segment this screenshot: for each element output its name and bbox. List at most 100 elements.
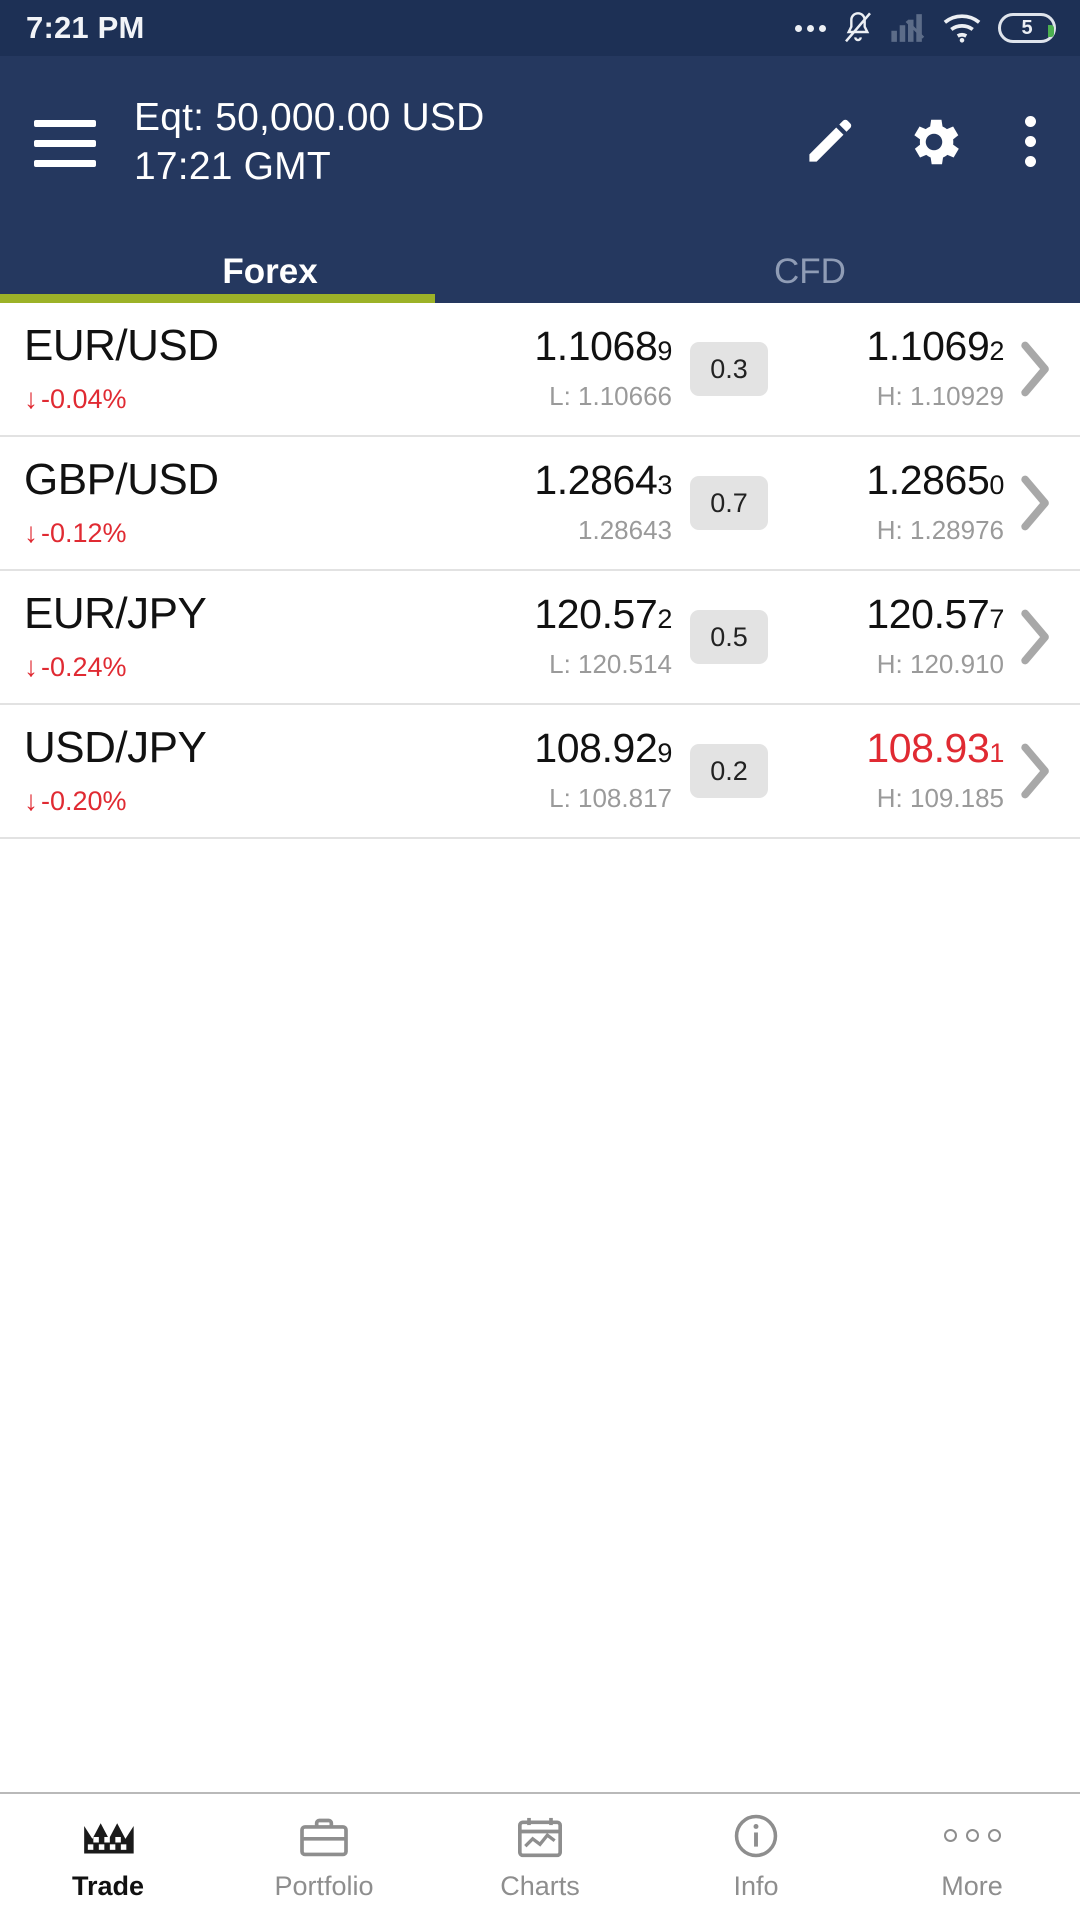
cell-signal-icon: [890, 12, 926, 44]
ask-block[interactable]: 1.10692 H: 1.10929: [786, 323, 1004, 412]
ask-price-last-digit: 1: [989, 738, 1004, 769]
overflow-menu-icon[interactable]: [1011, 108, 1050, 175]
chart-icon: [514, 1813, 566, 1859]
table-row[interactable]: EUR/USD ↓ -0.04% 1.10689 L: 1.10666 0.3 …: [0, 303, 1080, 437]
chevron-right-icon[interactable]: [1010, 340, 1062, 398]
ask-price-main: 1.1069: [866, 323, 990, 370]
bid-price: 1.28643: [460, 457, 672, 504]
bid-price-last-digit: 9: [657, 336, 672, 367]
status-icons: 5: [795, 10, 1056, 46]
bid-price-main: 120.57: [534, 591, 658, 638]
ask-block[interactable]: 108.931 H: 109.185: [786, 725, 1004, 814]
quote-block: 1.10689 L: 1.10666 0.3 1.10692 H: 1.1092…: [429, 323, 1004, 412]
symbol-name: GBP/USD: [24, 455, 219, 505]
bid-block[interactable]: 120.572 L: 120.514: [460, 591, 672, 680]
arrow-down-icon: ↓: [24, 383, 38, 415]
nav-label-more-overflow: More: [941, 1870, 1003, 1901]
status-bar: 7:21 PM 5: [0, 0, 1080, 56]
battery-icon: 5: [998, 13, 1056, 43]
nav-item-charts[interactable]: Charts: [432, 1813, 648, 1902]
ask-price-main: 120.57: [866, 591, 990, 638]
quote-list: EUR/USD ↓ -0.04% 1.10689 L: 1.10666 0.3 …: [0, 303, 1080, 1792]
ask-price: 1.10692: [786, 323, 1004, 370]
change-percent-value: -0.04%: [41, 383, 127, 414]
bid-price-last-digit: 9: [657, 738, 672, 769]
bid-block[interactable]: 1.10689 L: 1.10666: [460, 323, 672, 412]
tab-cfd-label: CFD: [774, 252, 846, 291]
app-screen: 7:21 PM 5 Eqt: 50,000.00 USD 17:21 GMT F…: [0, 0, 1080, 1920]
symbol-block: USD/JPY ↓ -0.20%: [24, 725, 429, 817]
nav-item-info[interactable]: Info: [648, 1813, 864, 1902]
nav-item-portfolio[interactable]: Portfolio: [216, 1813, 432, 1902]
ask-block[interactable]: 1.28650 H: 1.28976: [786, 457, 1004, 546]
nav-label-more: Info: [733, 1870, 779, 1901]
quote-block: 1.28643 1.28643 0.7 1.28650 H: 1.28976: [429, 457, 1004, 546]
ask-price: 108.931: [786, 725, 1004, 772]
edit-pencil-icon[interactable]: [801, 114, 857, 170]
tab-cfd[interactable]: CFD: [540, 241, 1080, 303]
chevron-right-icon[interactable]: [1010, 474, 1062, 532]
bid-price-last-digit: 2: [657, 604, 672, 635]
ask-block[interactable]: 120.577 H: 120.910: [786, 591, 1004, 680]
day-low: L: 120.514: [549, 648, 672, 679]
day-high: H: 1.28976: [876, 514, 1004, 545]
quote-block: 108.929 L: 108.817 0.2 108.931 H: 109.18…: [429, 725, 1004, 814]
symbol-name: EUR/USD: [24, 321, 219, 371]
bid-price: 108.929: [460, 727, 672, 770]
chevron-right-icon[interactable]: [1010, 608, 1062, 666]
ask-price-main: 1.2865: [866, 457, 990, 504]
more-dots-icon: [795, 24, 826, 32]
change-percent-value: -0.12%: [41, 517, 127, 548]
arrow-down-icon: ↓: [24, 517, 38, 549]
table-row[interactable]: GBP/USD ↓ -0.12% 1.28643 1.28643 0.7 1.2…: [0, 437, 1080, 571]
settings-gear-icon[interactable]: [903, 111, 965, 173]
symbol-block: EUR/USD ↓ -0.04%: [24, 323, 429, 415]
table-row[interactable]: USD/JPY ↓ -0.20% 108.929 L: 108.817 0.2 …: [0, 705, 1080, 839]
day-low: 1.28643: [578, 514, 672, 545]
ask-price-main: 108.93: [866, 725, 990, 772]
bid-price-main: 1.2864: [534, 457, 658, 504]
nav-item-trade[interactable]: Trade: [0, 1813, 216, 1902]
nav-label-charts: Charts: [500, 1870, 580, 1901]
day-high: H: 1.10929: [876, 380, 1004, 411]
day-low: L: 108.817: [549, 782, 672, 813]
ask-price-last-digit: 0: [989, 470, 1004, 501]
spread-badge: 0.2: [690, 744, 768, 798]
day-high: H: 109.185: [876, 782, 1004, 813]
ask-price-last-digit: 2: [989, 336, 1004, 367]
change-percent-value: -0.24%: [41, 651, 127, 682]
account-summary: Eqt: 50,000.00 USD 17:21 GMT: [134, 94, 801, 192]
bell-muted-icon: [842, 10, 874, 46]
symbol-name: EUR/JPY: [24, 589, 207, 639]
bid-price: 120.572: [460, 591, 672, 638]
nav-item-more[interactable]: More: [864, 1813, 1080, 1902]
tab-forex-label: Forex: [222, 252, 318, 291]
chevron-right-icon[interactable]: [1010, 742, 1062, 800]
spread-badge: 0.7: [690, 476, 768, 530]
day-high: H: 120.910: [876, 648, 1004, 679]
bid-price: 1.10689: [460, 323, 672, 370]
briefcase-icon: [298, 1813, 350, 1859]
arrow-down-icon: ↓: [24, 651, 38, 683]
battery-level: 5: [1021, 16, 1033, 39]
bid-block[interactable]: 1.28643 1.28643: [460, 457, 672, 546]
info-circle-icon: [731, 1813, 781, 1859]
change-percent-value: -0.20%: [41, 785, 127, 816]
status-time: 7:21 PM: [26, 10, 145, 45]
equity-label: Eqt: 50,000.00 USD: [134, 96, 485, 139]
server-time-label: 17:21 GMT: [134, 144, 331, 188]
ask-price: 120.577: [786, 591, 1004, 638]
market-tabs: Forex CFD: [0, 241, 1080, 303]
table-row[interactable]: EUR/JPY ↓ -0.24% 120.572 L: 120.514 0.5 …: [0, 571, 1080, 705]
bid-price-main: 1.1068: [534, 323, 658, 370]
spread-badge: 0.5: [690, 610, 768, 664]
nav-label-portfolio: Portfolio: [274, 1870, 374, 1901]
bid-price-last-digit: 3: [657, 470, 672, 501]
wifi-icon: [942, 12, 982, 44]
symbol-block: EUR/JPY ↓ -0.24%: [24, 591, 429, 683]
bid-block[interactable]: 108.929 L: 108.817: [460, 727, 672, 814]
ask-price-last-digit: 7: [989, 604, 1004, 635]
hamburger-menu-icon[interactable]: [34, 120, 96, 167]
symbol-name: USD/JPY: [24, 723, 207, 773]
quote-block: 120.572 L: 120.514 0.5 120.577 H: 120.91…: [429, 591, 1004, 680]
